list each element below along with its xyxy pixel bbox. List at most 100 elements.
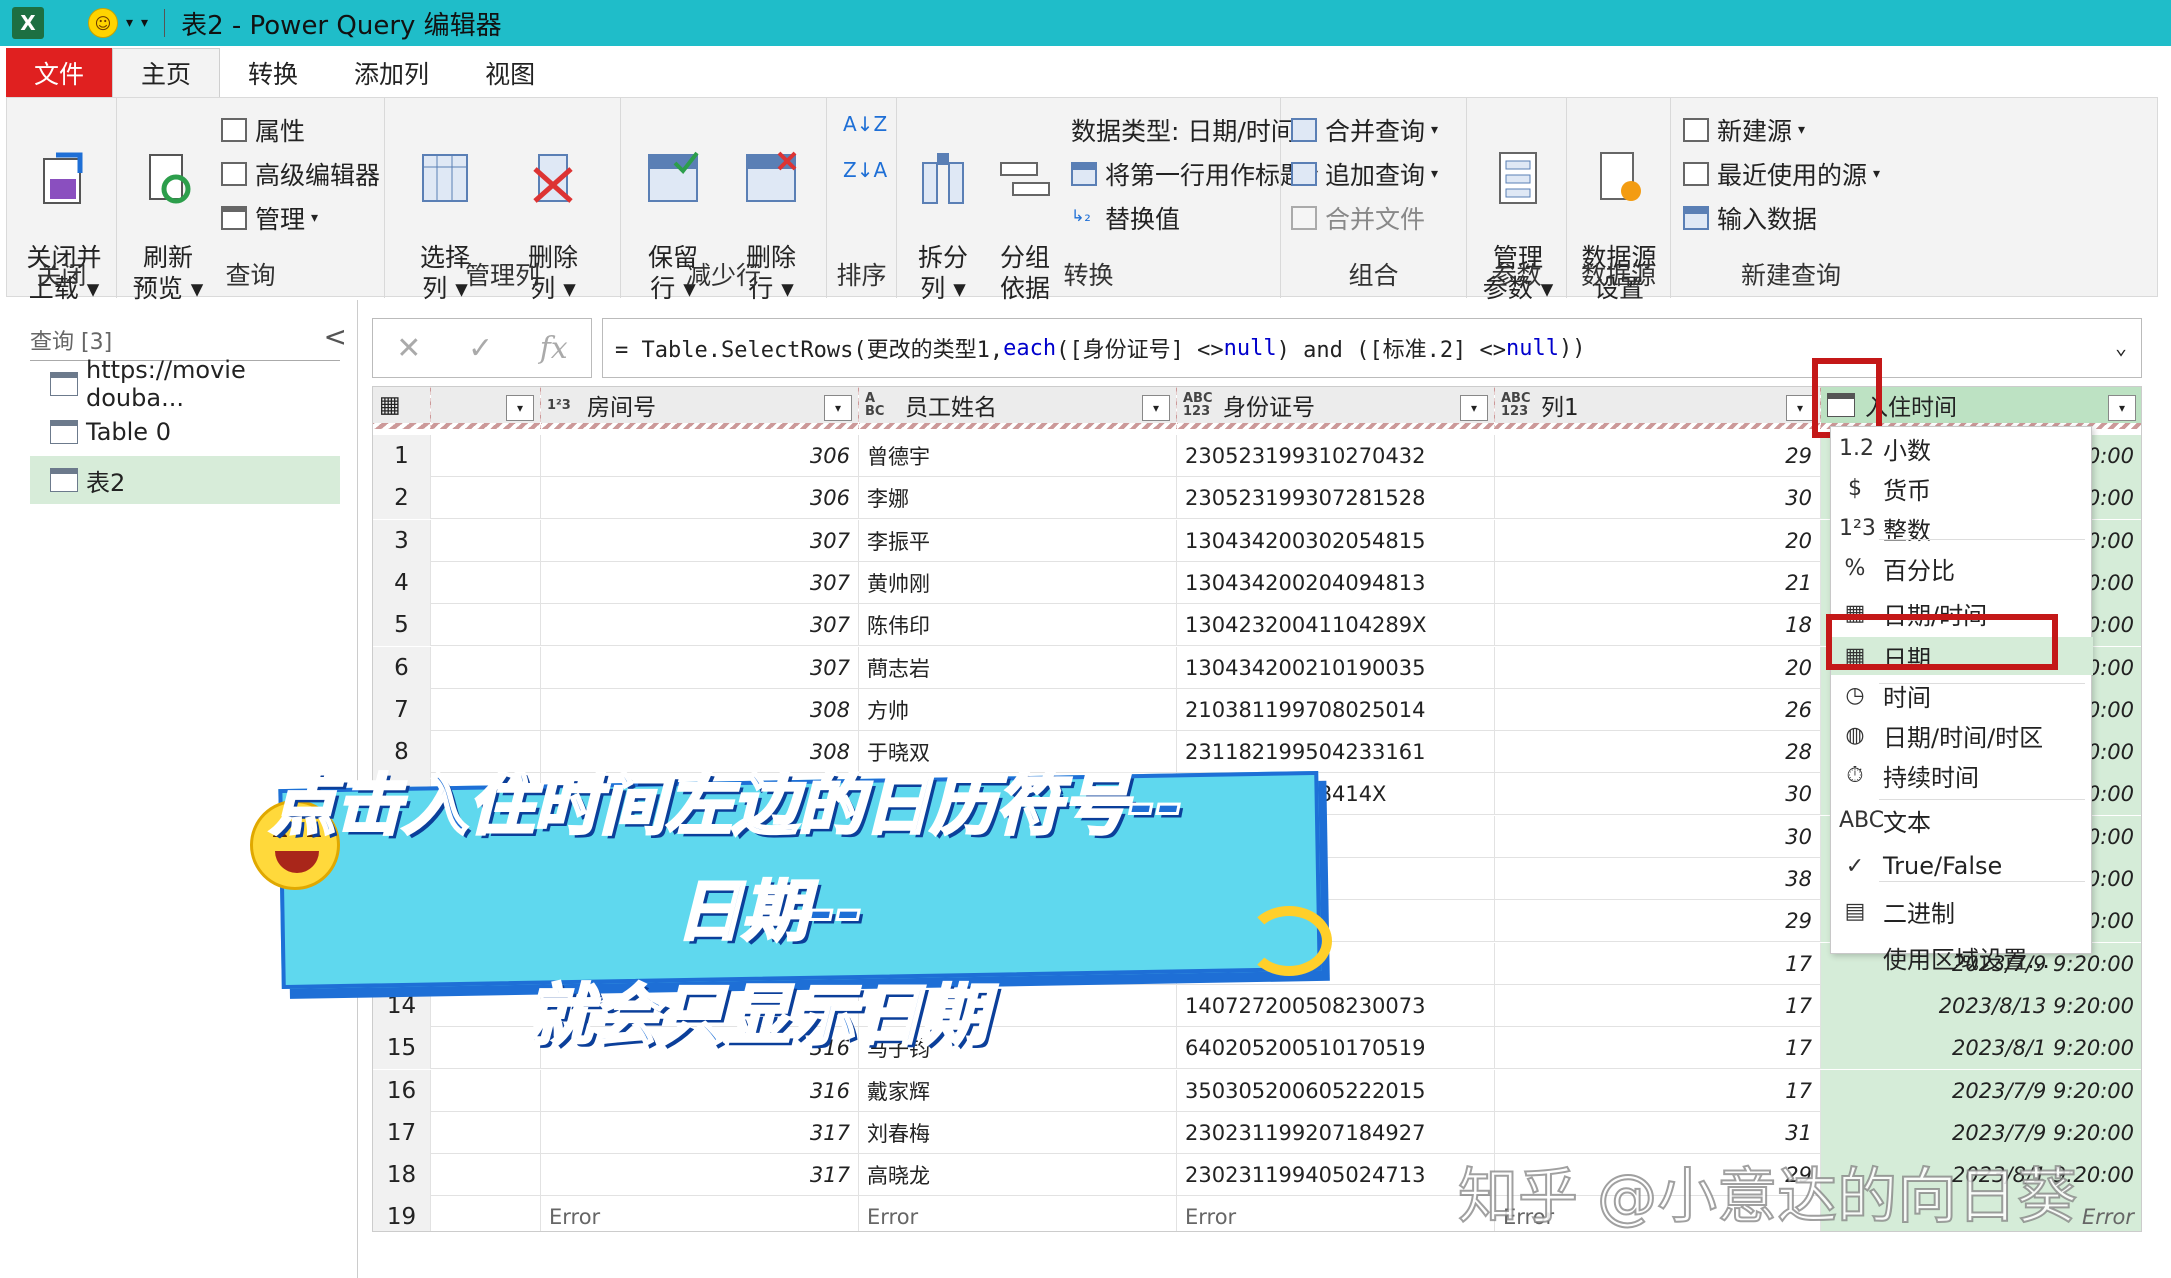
table-cell[interactable]: 307 <box>541 561 859 604</box>
append-queries-button[interactable]: 追加查询 ▾ <box>1291 156 1438 192</box>
menu-item-2[interactable]: 1²3 整数 <box>1831 509 2093 547</box>
feedback-smiley-icon[interactable]: ☺ <box>88 8 118 38</box>
table-cell[interactable]: 130434200302054815 <box>1177 519 1495 562</box>
table-cell[interactable]: 230231199207184927 <box>1177 1111 1495 1154</box>
column-header[interactable]: A BC 员工姓名 ▾ <box>859 387 1177 429</box>
confirm-formula-icon[interactable]: ✓ <box>468 331 493 366</box>
expand-formula-icon[interactable]: ⌄ <box>2115 335 2127 359</box>
column-filter-dropdown[interactable]: ▾ <box>506 395 534 421</box>
table-cell[interactable]: 130434200210190035 <box>1177 646 1495 689</box>
column-filter-dropdown[interactable]: ▾ <box>1786 395 1814 421</box>
table-cell[interactable]: 2023/8/1 9:20:00 <box>1821 1027 2141 1070</box>
tab-view[interactable]: 视图 <box>457 48 563 98</box>
merge-queries-button[interactable]: 合并查询 ▾ <box>1291 112 1438 148</box>
table-cell[interactable]: 38 <box>1495 858 1821 900</box>
table-cell[interactable]: Error <box>859 1196 1177 1231</box>
table-cell[interactable]: 18 <box>1495 604 1821 647</box>
sort-ascending-button[interactable]: A↓Z <box>843 112 887 136</box>
table-cell[interactable]: 30 <box>1495 773 1821 816</box>
query-item-movie-douban[interactable]: https://movie douba... <box>30 356 340 412</box>
table-cell[interactable]: 350305200605222015 <box>1177 1069 1495 1112</box>
column-header[interactable]: ABC 123 列1 ▾ <box>1495 387 1821 429</box>
table-cell[interactable]: 21 <box>1495 561 1821 604</box>
combine-files-button[interactable]: 合并文件 <box>1291 200 1425 236</box>
table-cell[interactable]: 230523199310270432 <box>1177 435 1495 477</box>
table-cell[interactable]: 蔄志岩 <box>859 646 1177 689</box>
column-type-icon[interactable]: ABC 123 <box>1501 392 1531 418</box>
menu-item-8[interactable]: ⏱ 持续时间 <box>1831 756 2093 794</box>
table-cell[interactable]: 13042320041104289X <box>1177 604 1495 647</box>
query-item-table2[interactable]: 表2 <box>30 456 340 504</box>
table-cell[interactable]: 李娜 <box>859 477 1177 520</box>
tab-home[interactable]: 主页 <box>112 48 221 98</box>
column-header[interactable]: ▾ <box>431 387 541 429</box>
table-cell[interactable]: 231182199504233161 <box>1177 731 1495 774</box>
column-filter-dropdown[interactable]: ▾ <box>1460 395 1488 421</box>
sort-descending-button[interactable]: Z↓A <box>843 158 887 182</box>
menu-item-1[interactable]: $ 货币 <box>1831 470 2093 508</box>
table-cell[interactable]: 316 <box>541 1069 859 1112</box>
table-cell[interactable]: 17 <box>1495 1069 1821 1112</box>
column-type-icon[interactable]: 1²3 <box>547 399 577 412</box>
table-cell[interactable]: 17 <box>1495 942 1821 985</box>
column-header[interactable]: 1²3 房间号 ▾ <box>541 387 859 429</box>
table-cell[interactable]: 陈伟印 <box>859 604 1177 647</box>
table-cell[interactable]: 308 <box>541 688 859 731</box>
menu-item-9[interactable]: ABC 文本 <box>1831 802 2093 840</box>
table-cell[interactable]: 29 <box>1495 900 1821 943</box>
table-cell[interactable]: 2023/8/13 9:20:00 <box>1821 984 2141 1027</box>
menu-item-10[interactable]: ✓ True/False <box>1831 847 2093 885</box>
table-cell[interactable]: 140727200508230073 <box>1177 984 1495 1027</box>
quick-access-more[interactable]: ▾ <box>141 15 148 31</box>
query-item-table0[interactable]: Table 0 <box>30 408 340 456</box>
table-cell[interactable]: 640205200510170519 <box>1177 1027 1495 1070</box>
column-filter-dropdown[interactable]: ▾ <box>824 395 852 421</box>
table-cell[interactable]: Error <box>541 1196 859 1231</box>
table-cell[interactable]: 2023/7/9 9:20:00 <box>1821 1069 2141 1112</box>
new-source-button[interactable]: 新建源 ▾ <box>1683 112 1805 148</box>
menu-item-3[interactable]: % 百分比 <box>1831 549 2093 587</box>
table-cell[interactable]: 李振平 <box>859 519 1177 562</box>
table-cell[interactable]: 130434200204094813 <box>1177 561 1495 604</box>
data-type-dropdown[interactable]: 数据类型: 日期/时间▾ <box>1071 112 1309 148</box>
table-cell[interactable]: 戴家辉 <box>859 1069 1177 1112</box>
column-filter-dropdown[interactable]: ▾ <box>1142 395 1170 421</box>
menu-item-7[interactable]: ◍ 日期/时间/时区 <box>1831 717 2093 755</box>
replace-values-button[interactable]: ↳₂ 替换值 <box>1071 200 1180 236</box>
table-cell[interactable]: 17 <box>1495 1027 1821 1070</box>
table-corner-menu[interactable]: ▦ <box>373 387 431 429</box>
table-cell[interactable]: 230523199307281528 <box>1177 477 1495 520</box>
fx-icon[interactable]: fx <box>540 331 568 366</box>
table-cell[interactable]: 307 <box>541 646 859 689</box>
advanced-editor-button[interactable]: 高级编辑器 <box>221 156 380 192</box>
menu-item-0[interactable]: 1.2 小数 <box>1831 430 2093 468</box>
table-cell[interactable]: 高晓龙 <box>859 1154 1177 1197</box>
column-header[interactable]: ABC 123 身份证号 ▾ <box>1177 387 1495 429</box>
collapse-pane-icon[interactable]: < <box>324 320 347 353</box>
tab-transform[interactable]: 转换 <box>220 48 326 98</box>
table-cell[interactable]: 曾德宇 <box>859 435 1177 477</box>
table-cell[interactable]: 26 <box>1495 688 1821 731</box>
column-filter-dropdown[interactable]: ▾ <box>2108 395 2136 421</box>
table-cell[interactable]: 210381199708025014 <box>1177 688 1495 731</box>
table-cell[interactable]: 28 <box>1495 731 1821 774</box>
cancel-formula-icon[interactable]: ✕ <box>396 331 421 366</box>
menu-item-12[interactable]: 使用区域设置... <box>1831 938 2093 976</box>
table-cell[interactable]: 306 <box>541 477 859 520</box>
formula-input[interactable]: = Table.SelectRows(更改的类型1, each ([身份证号] … <box>602 318 2142 378</box>
table-cell[interactable]: 20 <box>1495 646 1821 689</box>
quick-access-dropdown[interactable]: ▾ <box>126 15 133 31</box>
table-cell[interactable]: 30 <box>1495 815 1821 858</box>
table-cell[interactable]: 黄帅刚 <box>859 561 1177 604</box>
table-cell[interactable]: 刘春梅 <box>859 1111 1177 1154</box>
menu-item-11[interactable]: ▤ 二进制 <box>1831 893 2093 931</box>
manage-button[interactable]: 管理 ▾ <box>221 200 318 236</box>
table-cell[interactable]: 230231199405024713 <box>1177 1154 1495 1197</box>
table-cell[interactable]: 17 <box>1495 984 1821 1027</box>
properties-button[interactable]: 属性 <box>221 112 305 148</box>
tab-file[interactable]: 文件 <box>6 48 113 98</box>
table-cell[interactable]: Error <box>1177 1196 1495 1231</box>
table-cell[interactable]: 29 <box>1495 435 1821 477</box>
table-cell[interactable]: 30 <box>1495 477 1821 520</box>
table-cell[interactable]: 307 <box>541 604 859 647</box>
